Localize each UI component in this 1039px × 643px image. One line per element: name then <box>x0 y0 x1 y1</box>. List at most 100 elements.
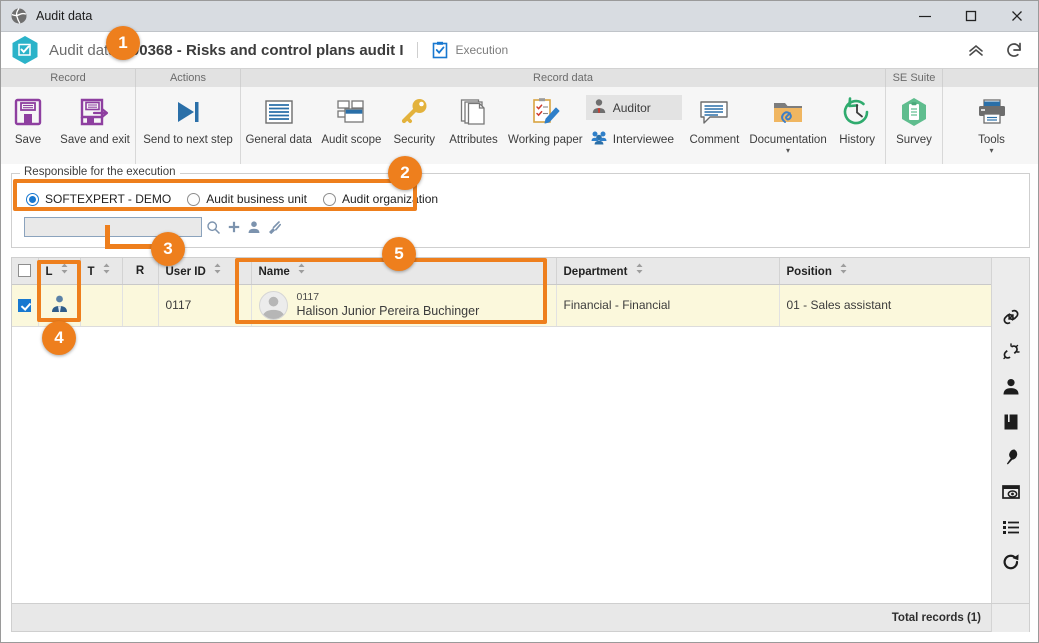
minimize-button[interactable] <box>902 1 948 32</box>
ribbon-group-se-suite: SE Suite <box>886 69 943 87</box>
name-text: 0117 Halison Junior Pereira Buchinger <box>297 291 480 320</box>
record-header: Audit data 000368 - Risks and control pl… <box>1 32 1038 68</box>
annotation-badge-2: 2 <box>388 156 422 190</box>
documentation-button[interactable]: Documentation ▾ <box>747 87 830 164</box>
survey-button[interactable]: Survey <box>886 87 942 164</box>
table-row[interactable]: 0117 0117 Halison Junior Pereira Buching… <box>12 284 991 327</box>
person-icon[interactable] <box>1000 376 1022 398</box>
refresh-icon[interactable] <box>1004 40 1024 60</box>
interviewee-button[interactable]: Interviewee <box>586 126 682 151</box>
radio-audit-business-unit[interactable]: Audit business unit <box>187 192 307 206</box>
tools-button[interactable]: Tools ▾ <box>943 87 1038 164</box>
window-controls <box>902 1 1038 32</box>
column-header-l[interactable]: L <box>38 258 81 285</box>
chevron-down-icon[interactable]: ▾ <box>786 147 790 155</box>
responsible-panel-legend: Responsible for the execution <box>20 166 180 178</box>
row-user-id-cell: 0117 <box>158 284 252 327</box>
user-badge-icon <box>50 295 69 316</box>
row-position-cell: 01 - Sales assistant <box>779 284 991 327</box>
column-header-department[interactable]: Department <box>556 258 780 285</box>
security-label: Security <box>393 134 436 146</box>
column-header-position[interactable]: Position <box>779 258 991 285</box>
auditor-label: Auditor <box>612 100 651 115</box>
row-select-cell[interactable] <box>12 284 39 327</box>
pin-icon[interactable] <box>1000 446 1022 468</box>
preview-window-icon[interactable] <box>1000 481 1022 503</box>
row-department-cell: Financial - Financial <box>556 284 780 327</box>
select-all-checkbox[interactable] <box>18 264 32 278</box>
save-and-exit-icon <box>78 92 112 132</box>
chevron-down-icon[interactable]: ▾ <box>989 147 993 155</box>
history-label: History <box>839 134 876 146</box>
column-header-t[interactable]: T <box>80 258 123 285</box>
history-button[interactable]: History <box>829 87 885 164</box>
send-to-next-step-button[interactable]: Send to next step <box>136 87 240 164</box>
sort-icon[interactable] <box>840 263 847 277</box>
list-icon[interactable] <box>1000 516 1022 538</box>
audit-scope-icon <box>335 92 367 132</box>
working-paper-icon <box>529 92 561 132</box>
clipboard-check-icon <box>432 41 448 59</box>
audit-scope-label: Audit scope <box>321 134 382 146</box>
working-paper-button[interactable]: Working paper <box>505 87 586 164</box>
book-icon[interactable] <box>1000 411 1022 433</box>
row-leader-cell <box>38 284 81 327</box>
survey-hex-icon <box>898 92 930 132</box>
comment-icon <box>698 92 730 132</box>
attributes-label: Attributes <box>449 134 498 146</box>
row-t-cell <box>80 284 123 327</box>
comment-label: Comment <box>689 134 740 146</box>
working-paper-label: Working paper <box>508 134 583 146</box>
select-user-icon[interactable] <box>245 218 262 236</box>
sort-icon[interactable] <box>636 263 643 277</box>
grid-main: L T R User ID Name Department Position 0… <box>12 258 991 603</box>
ribbon-section-tools: Tools ▾ <box>943 87 1038 164</box>
audit-data-window: Audit data Audit data 000368 - Risks and… <box>0 0 1039 643</box>
sort-icon[interactable] <box>61 263 68 277</box>
security-button[interactable]: Security <box>386 87 442 164</box>
documentation-label: Documentation <box>749 134 827 146</box>
ribbon-group-extra <box>943 69 1038 87</box>
save-button[interactable]: Save <box>1 87 55 164</box>
refresh-icon[interactable] <box>1000 551 1022 573</box>
auditor-person-icon <box>591 98 607 117</box>
row-checkbox[interactable] <box>18 299 32 313</box>
row-r-cell <box>122 284 159 327</box>
window-title: Audit data <box>36 9 93 23</box>
save-and-exit-button[interactable]: Save and exit <box>55 87 135 164</box>
clear-icon[interactable] <box>265 218 282 236</box>
window-titlebar: Audit data <box>1 1 1038 32</box>
sort-icon[interactable] <box>103 263 110 277</box>
ribbon-section-se-suite: Survey <box>886 87 943 164</box>
audit-scope-button[interactable]: Audit scope <box>316 87 386 164</box>
select-all-header[interactable] <box>12 258 39 285</box>
close-button[interactable] <box>994 1 1038 32</box>
sort-icon[interactable] <box>214 263 221 277</box>
radio-audit-organization[interactable]: Audit organization <box>322 192 439 206</box>
radio-softexpert-demo-label: SOFTEXPERT - DEMO <box>45 192 172 206</box>
tools-label: Tools <box>978 134 1005 146</box>
sort-icon[interactable] <box>298 263 305 277</box>
total-records-label: Total records (1) <box>891 611 981 624</box>
ribbon-group-record-data: Record data <box>241 69 886 87</box>
chevron-up-double-icon[interactable] <box>966 40 986 60</box>
comment-button[interactable]: Comment <box>682 87 747 164</box>
key-icon <box>398 92 430 132</box>
radio-audit-organization-label: Audit organization <box>341 192 439 206</box>
radio-softexpert-demo[interactable]: SOFTEXPERT - DEMO <box>26 192 171 206</box>
attributes-button[interactable]: Attributes <box>442 87 505 164</box>
search-icon[interactable] <box>205 218 222 236</box>
ribbon-group-actions: Actions <box>136 69 241 87</box>
annotation-badge-1: 1 <box>106 26 140 60</box>
add-icon[interactable] <box>225 218 242 236</box>
auditor-grid: L T R User ID Name Department Position 0… <box>11 257 1030 632</box>
save-and-exit-label: Save and exit <box>60 134 130 146</box>
general-data-button[interactable]: General data <box>241 87 316 164</box>
auditor-button[interactable]: Auditor <box>585 95 683 120</box>
broken-link-icon[interactable] <box>1000 341 1022 363</box>
maximize-button[interactable] <box>948 1 994 32</box>
ribbon-section-record-data: General data Audit scope Security Attrib… <box>241 87 886 164</box>
grid-side-toolbar <box>991 258 1029 603</box>
globe-icon <box>10 7 28 25</box>
link-icon[interactable] <box>1000 306 1022 328</box>
